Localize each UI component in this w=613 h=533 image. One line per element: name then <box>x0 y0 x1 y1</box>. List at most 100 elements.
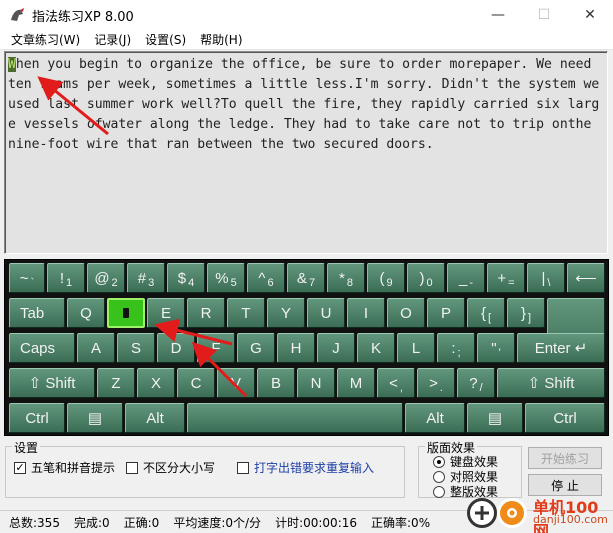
key-v: V <box>217 368 255 398</box>
wubi-pinyin-hint-option[interactable]: ✓ 五笔和拼音提示 <box>14 459 115 476</box>
key-7: & 7 <box>287 263 325 293</box>
window-title: 指法练习XP 8.00 <box>32 9 134 25</box>
key-enter: Enter ↵ <box>517 333 605 363</box>
repeat-on-error-label: 打字出错要求重复输入 <box>254 461 375 475</box>
wubi-pinyin-hint-label: 五笔和拼音提示 <box>31 461 116 475</box>
key-z: Z <box>97 368 135 398</box>
watermark-orange-icon <box>497 498 527 528</box>
minimize-button[interactable]: — <box>475 0 521 30</box>
radio-keyboard-effect-button[interactable] <box>433 455 445 468</box>
current-character: W <box>8 57 16 72</box>
menu-help[interactable]: 帮助(H) <box>193 30 249 50</box>
status-timer: 计时:00:00:16 <box>275 515 358 530</box>
app-logo-icon <box>11 8 24 21</box>
key-d: D <box>157 333 195 363</box>
virtual-keyboard: ~ ` ! 1 @2 #3 $4 % 5 ^ 6 & 7 * 8 (9 ) 0 _ - + = |… <box>4 259 609 436</box>
key-4: $4 <box>167 263 205 293</box>
key-ctrl-left: Ctrl <box>9 403 65 433</box>
key-slash: ? / <box>457 368 495 398</box>
watermark-plus-icon <box>467 498 497 528</box>
key-i: I <box>347 298 385 328</box>
key-quote: " ' <box>477 333 515 363</box>
key-5: % 5 <box>207 263 245 293</box>
key-0: ) 0 <box>407 263 445 293</box>
key-alt-left: Alt <box>125 403 185 433</box>
key-semicolon: :; <box>437 333 475 363</box>
key-x: X <box>137 368 175 398</box>
status-avg-speed: 平均速度:0个/分 <box>173 515 262 530</box>
key-t: T <box>227 298 265 328</box>
key-p: P <box>427 298 465 328</box>
key-8: * 8 <box>327 263 365 293</box>
key-w-highlighted <box>107 298 145 328</box>
wubi-pinyin-hint-checkbox[interactable]: ✓ <box>14 461 26 474</box>
key-g: G <box>237 333 275 363</box>
key-k: K <box>357 333 395 363</box>
radio-fullpage-effect-button[interactable] <box>433 485 445 498</box>
menu-settings[interactable]: 设置(S) <box>138 30 193 50</box>
key-backspace: ⟵ <box>567 263 605 293</box>
practice-passage: When you begin to organize the office, b… <box>8 55 604 155</box>
status-correct: 正确:0 <box>123 515 160 530</box>
key-period: >. <box>417 368 455 398</box>
case-insensitive-checkbox[interactable] <box>126 461 138 474</box>
key-windows-right-icon: ▤ <box>467 403 523 433</box>
key-windows-left-icon: ▤ <box>67 403 123 433</box>
key-comma: <, <box>377 368 415 398</box>
key-n: N <box>297 368 335 398</box>
settings-group: 设置 ✓ 五笔和拼音提示 不区分大小写 打字出错要求重复输入 <box>5 439 405 498</box>
case-insensitive-option[interactable]: 不区分大小写 <box>126 459 215 476</box>
watermark-site: danji100.com <box>533 513 608 526</box>
key-r: R <box>187 298 225 328</box>
key-right-bracket: }] <box>507 298 545 328</box>
menu-bar: 文章练习(W) 记录(J) 设置(S) 帮助(H) <box>0 30 613 50</box>
key-left-bracket: {[ <box>467 298 505 328</box>
window-controls: — ☐ ✕ <box>475 0 613 30</box>
passage-text: hen you begin to organize the office, be… <box>8 57 608 152</box>
repeat-on-error-checkbox[interactable] <box>237 461 249 474</box>
key-6: ^ 6 <box>247 263 285 293</box>
key-ctrl-right: Ctrl <box>525 403 605 433</box>
key-focus-mark <box>123 308 129 318</box>
key-alt-right: Alt <box>405 403 465 433</box>
key-b: B <box>257 368 295 398</box>
key-shift-left: ⇧ Shift <box>9 368 95 398</box>
menu-records[interactable]: 记录(J) <box>87 30 138 50</box>
case-insensitive-label: 不区分大小写 <box>143 461 216 475</box>
title-bar: 指法练习XP 8.00 — ☐ ✕ <box>0 0 613 30</box>
key-q: Q <box>67 298 105 328</box>
key-equals: + = <box>487 263 525 293</box>
repeat-on-error-option[interactable]: 打字出错要求重复输入 <box>237 459 374 476</box>
key-y: Y <box>267 298 305 328</box>
key-1: ! 1 <box>47 263 85 293</box>
key-minus: _ - <box>447 263 485 293</box>
close-button[interactable]: ✕ <box>567 0 613 30</box>
key-u: U <box>307 298 345 328</box>
status-done: 完成:0 <box>73 515 110 530</box>
key-o: O <box>387 298 425 328</box>
key-s: S <box>117 333 155 363</box>
key-f: F <box>197 333 235 363</box>
key-c: C <box>177 368 215 398</box>
start-practice-button[interactable]: 开始练习 <box>528 447 602 469</box>
key-shift-right: ⇧ Shift <box>497 368 605 398</box>
key-a: A <box>77 333 115 363</box>
key-2: @2 <box>87 263 125 293</box>
site-watermark: 单机100网 danji100.com <box>465 490 613 533</box>
maximize-button[interactable]: ☐ <box>521 0 567 30</box>
key-3: #3 <box>127 263 165 293</box>
key-j: J <box>317 333 355 363</box>
radio-contrast-effect-button[interactable] <box>433 470 445 483</box>
status-accuracy: 正确率:0% <box>371 515 431 530</box>
key-space <box>187 403 403 433</box>
key-m: M <box>337 368 375 398</box>
menu-article-practice[interactable]: 文章练习(W) <box>4 30 87 50</box>
practice-text-panel[interactable]: When you begin to organize the office, b… <box>4 51 608 254</box>
key-h: H <box>277 333 315 363</box>
key-caps-lock: Caps <box>9 333 75 363</box>
key-9: (9 <box>367 263 405 293</box>
key-tab: Tab <box>9 298 65 328</box>
settings-legend: 设置 <box>12 439 41 456</box>
status-total: 总数:355 <box>9 515 60 530</box>
key-backtick: ~ ` <box>9 263 45 293</box>
